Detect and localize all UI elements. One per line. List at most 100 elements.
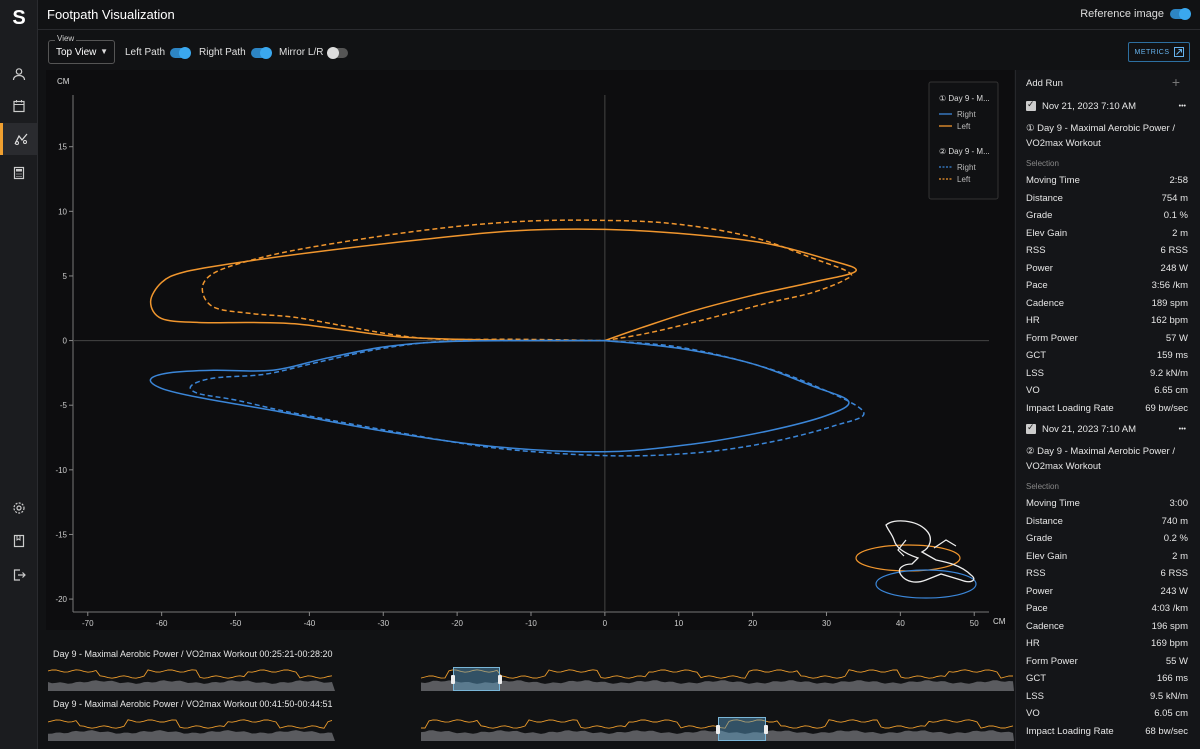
metric-row: Grade 0.2 % [1026, 531, 1188, 548]
rail-settings-button[interactable] [0, 492, 38, 524]
footpath-icon [13, 133, 27, 145]
x-tick-label: -60 [156, 619, 168, 628]
top-bar: Footpath Visualization Reference image [38, 0, 1200, 30]
metric-value: 4:03 /km [1151, 603, 1188, 614]
app-logo[interactable]: S [0, 4, 38, 32]
run-checkbox[interactable] [1026, 422, 1036, 434]
rail-calculator-button[interactable] [0, 157, 38, 189]
timeline-track-label: Day 9 - Maximal Aerobic Power / VO2max W… [53, 649, 333, 659]
x-tick-label: -20 [451, 619, 463, 628]
metric-row: Grade 0.1 % [1026, 208, 1188, 225]
timeline-power-line [48, 719, 333, 729]
metric-row: Moving Time 2:58 [1026, 173, 1188, 190]
x-tick-label: 0 [603, 619, 608, 628]
metric-label: Elev Gain [1026, 227, 1068, 239]
metric-label: HR [1026, 315, 1040, 326]
metric-row: HR 162 bpm [1026, 313, 1188, 330]
metric-value: 6 RSS [1160, 568, 1188, 579]
metric-value: 9.5 kN/m [1149, 690, 1188, 702]
footpath-chart[interactable]: CMCM151050-5-10-15-20-70 -60 -50 -40 -30 -20-… [46, 70, 1014, 630]
plus-icon[interactable]: + [1172, 74, 1180, 90]
chart-background [46, 70, 1014, 630]
timeline-handle-start[interactable] [450, 675, 455, 684]
metric-row: Pace 3:56 /km [1026, 278, 1188, 295]
y-tick-label: -5 [60, 401, 68, 410]
metric-label: Distance [1026, 192, 1063, 204]
left-path-toggle[interactable] [170, 46, 192, 59]
metric-row: RSS 6 RSS [1026, 566, 1188, 583]
y-tick-label: -10 [55, 466, 67, 475]
selection-text: Selection [1026, 159, 1059, 168]
metric-label: Pace [1026, 280, 1048, 291]
reference-image-control: Reference image [1080, 8, 1191, 20]
view-value: Top View [56, 47, 97, 58]
selection-label: Selection [1026, 480, 1188, 497]
timeline-selection[interactable] [718, 717, 766, 741]
legend-entry-label[interactable]: Left [957, 122, 971, 131]
metric-label: Impact Loading Rate [1026, 402, 1114, 414]
left-path-label: Left Path [125, 47, 166, 58]
metric-label: GCT [1026, 350, 1047, 361]
metric-value: 57 W [1165, 332, 1188, 344]
metric-row: Distance 754 m [1026, 191, 1188, 208]
metric-value: 189 spm [1151, 297, 1188, 309]
timeline-track-label: Day 9 - Maximal Aerobic Power / VO2max W… [53, 699, 333, 709]
app-root: S Footpath Visualization Reference image [0, 0, 1200, 749]
metrics-button[interactable]: METRICS [1128, 42, 1190, 62]
rail-athlete-button[interactable] [0, 58, 38, 90]
legend-entry-label[interactable]: Right [957, 110, 976, 119]
rail-calendar-button[interactable] [0, 90, 38, 122]
metric-value: 162 bpm [1151, 315, 1188, 326]
reference-image-toggle[interactable] [1170, 8, 1191, 20]
mirror-toggle[interactable] [327, 46, 349, 59]
mirror-control: Mirror L/R [279, 46, 349, 59]
metric-label: RSS [1026, 245, 1046, 256]
rail-footpath-button[interactable] [0, 123, 38, 155]
metric-label: HR [1026, 638, 1040, 649]
metric-row: VO 6.05 cm [1026, 706, 1188, 723]
chart-legend: ① Day 9 - M... Right Left ② Day 9 - M... Rig… [928, 81, 999, 200]
legend-entry-label[interactable]: Left [957, 175, 971, 184]
more-options-icon[interactable]: ••• [1179, 103, 1186, 110]
rail-logout-button[interactable] [0, 559, 38, 591]
right-path-toggle[interactable] [250, 46, 272, 59]
timeline-handle-start[interactable] [716, 725, 721, 734]
selection-text: Selection [1026, 482, 1059, 491]
legend-entry-label[interactable]: Right [957, 163, 976, 172]
run-header[interactable]: Nov 21, 2023 7:10 AM ••• [1026, 99, 1188, 116]
timeline-track[interactable] [48, 717, 1014, 741]
x-tick-label: 30 [822, 619, 831, 628]
metric-value: 248 W [1160, 262, 1188, 274]
timeline-handle-end[interactable] [498, 675, 503, 684]
run-checkbox[interactable] [1026, 99, 1036, 111]
expand-icon [1173, 47, 1184, 57]
metric-row: GCT 159 ms [1026, 348, 1188, 365]
timeline-sparkline [48, 669, 1014, 691]
x-tick-label: -70 [82, 619, 94, 628]
metric-row: Elev Gain 2 m [1026, 226, 1188, 243]
metric-label: LSS [1026, 690, 1044, 702]
more-options-icon[interactable]: ••• [1179, 426, 1186, 433]
metric-row: Power 243 W [1026, 584, 1188, 601]
nav-rail: S [0, 0, 38, 749]
run-name: ② Day 9 - Maximal Aerobic Power / VO2max… [1026, 446, 1175, 472]
view-select[interactable]: View Top View ▼ [48, 34, 115, 64]
rail-book-button[interactable] [0, 525, 38, 557]
y-tick-label: 0 [63, 337, 68, 346]
selection-label: Selection [1026, 157, 1188, 174]
metric-row: Moving Time 3:00 [1026, 496, 1188, 513]
metric-label: Power [1026, 262, 1053, 274]
x-tick-label: 40 [896, 619, 905, 628]
timeline-track[interactable] [48, 667, 1014, 691]
metric-label: Grade [1026, 210, 1053, 221]
legend-group-label: ① Day 9 - M... [939, 94, 990, 103]
timeline-handle-end[interactable] [763, 725, 768, 734]
runs-panel: Add Run + Nov 21, 2023 7:10 AM ••• ① Day 9 -… [1015, 70, 1200, 749]
metric-label: LSS [1026, 367, 1044, 379]
add-run-row[interactable]: Add Run + [1026, 74, 1188, 93]
view-controls: View Top View ▼ Left Path Right Path Mir… [38, 30, 1200, 70]
metric-value: 2:58 [1169, 175, 1189, 186]
run-header[interactable]: Nov 21, 2023 7:10 AM ••• [1026, 422, 1188, 439]
page-title: Footpath Visualization [47, 7, 175, 22]
timeline-selection[interactable] [452, 667, 501, 691]
